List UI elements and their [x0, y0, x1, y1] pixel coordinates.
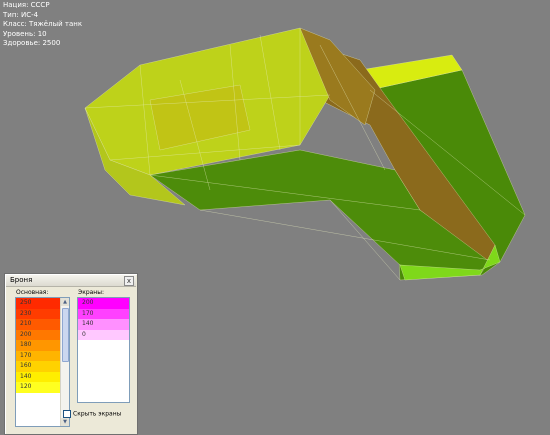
screens-armor-row[interactable]: 140: [78, 319, 129, 330]
screens-armor-label: Экраны:: [78, 289, 104, 296]
hide-screens-label: Скрыть экраны: [73, 410, 122, 418]
base-armor-row[interactable]: 250: [16, 298, 60, 309]
screens-armor-list[interactable]: 200 170 140 0: [77, 297, 130, 403]
close-icon[interactable]: x: [124, 276, 134, 286]
base-armor-row[interactable]: 180: [16, 340, 60, 351]
info-type: Тип: ИС-4: [3, 10, 39, 19]
info-health: Здоровье: 2500: [3, 39, 61, 47]
scroll-up-arrow-icon[interactable]: ▲: [61, 298, 69, 306]
base-armor-label: Основная:: [16, 289, 49, 296]
hide-screens-checkbox[interactable]: [63, 410, 71, 418]
base-armor-row[interactable]: 170: [16, 350, 60, 361]
tank-armor-model: [84, 27, 526, 281]
base-armor-row[interactable]: 230: [16, 308, 60, 319]
hide-screens-checkbox-row[interactable]: Скрыть экраны: [63, 410, 121, 418]
scrollbar-thumb[interactable]: [62, 308, 69, 362]
screens-armor-row[interactable]: 170: [78, 308, 129, 319]
armor-panel-title: Броня: [10, 276, 33, 284]
armor-panel: Броня x Основная: Экраны: 250 230 210 20…: [4, 273, 138, 435]
screens-armor-row[interactable]: 0: [78, 329, 129, 340]
base-armor-row[interactable]: 200: [16, 329, 60, 340]
info-class: Класс: Тяжёлый танк: [3, 20, 83, 28]
base-armor-row[interactable]: 210: [16, 319, 60, 330]
scroll-down-arrow-icon[interactable]: ▼: [61, 418, 69, 426]
base-list-scrollbar[interactable]: ▲ ▼: [60, 298, 69, 426]
info-nation: Нация: СССР: [3, 1, 50, 9]
tank-info-overlay: Нация: СССР Тип: ИС-4 Класс: Тяжёлый тан…: [3, 1, 82, 49]
base-armor-list[interactable]: 250 230 210 200 180 170 160 140 120 ▲ ▼: [15, 297, 70, 427]
screens-armor-row[interactable]: 200: [78, 298, 129, 309]
base-armor-row[interactable]: 140: [16, 371, 60, 382]
base-armor-row[interactable]: 120: [16, 382, 60, 393]
info-tier: Уровень: 10: [3, 29, 47, 38]
armor-panel-titlebar[interactable]: Броня x: [6, 275, 136, 287]
base-armor-row[interactable]: 160: [16, 361, 60, 372]
